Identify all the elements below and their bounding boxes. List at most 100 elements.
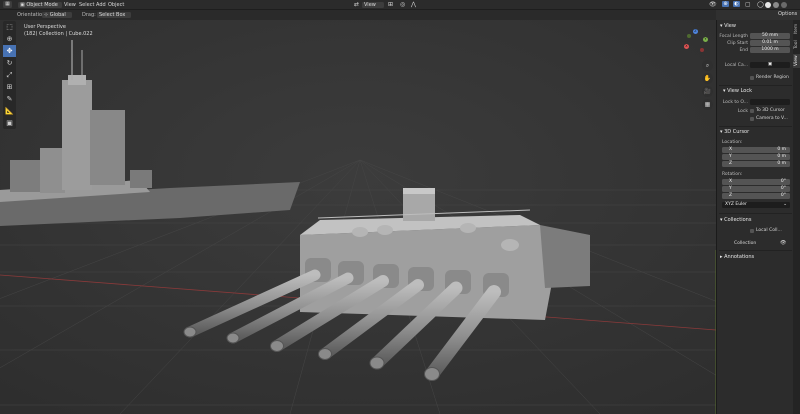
gizmo-x-axis[interactable]: X [684, 44, 689, 49]
lock-to-object-label: Lock to O... [722, 100, 748, 105]
shading-solid-icon[interactable] [765, 1, 771, 8]
scale-tool-icon[interactable]: ⤢ [3, 69, 16, 81]
clip-start-field[interactable]: 0.01 m [750, 40, 790, 46]
navigation-gizmo[interactable]: Z Y X [682, 28, 710, 56]
orientation-dropdown[interactable]: ⊹ Global [42, 12, 72, 18]
location-x-value: 0 m [777, 147, 786, 152]
local-camera-label: Local Ca... [724, 63, 748, 68]
gizmo-neg-x[interactable] [700, 48, 704, 52]
proportional-edit-icon[interactable]: ◎ [400, 1, 405, 8]
rotation-x-value: 0° [780, 179, 786, 184]
drag-label: Drag: [82, 12, 96, 18]
gizmo-x-label: X [685, 44, 688, 48]
lock-to-3d-cursor-label: To 3D Cursor [756, 108, 785, 113]
local-collections-checkbox[interactable] [750, 229, 754, 233]
move-tool-icon[interactable]: ✥ [3, 45, 16, 57]
rotation-x-label: X [729, 179, 733, 184]
transform-tool-icon[interactable]: ⊞ [3, 81, 16, 93]
camera-icon: ▣ [767, 62, 773, 67]
rotation-z-field[interactable]: Z 0° [722, 193, 790, 199]
clip-end-field[interactable]: 1000 m [750, 47, 790, 53]
focal-length-field[interactable]: 50 mm [750, 33, 790, 39]
menu-select[interactable]: Select [79, 2, 94, 8]
rotation-x-field[interactable]: X 0° [722, 179, 790, 185]
camera-view-icon[interactable]: 🎥 [702, 86, 713, 97]
left-toolbar: ⬚ ⊕ ✥ ↻ ⤢ ⊞ ✎ 📐 ▣ [3, 21, 16, 129]
measure-tool-icon[interactable]: 📐 [3, 105, 16, 117]
xray-icon[interactable]: ▢ [745, 1, 751, 8]
viewport-subtitle: (182) Collection | Cube.022 [24, 31, 93, 37]
annotate-tool-icon[interactable]: ✎ [3, 93, 16, 105]
pan-hand-icon[interactable]: ✋ [702, 73, 713, 84]
camera-to-view-label: Camera to V... [756, 116, 788, 121]
location-label: Location: [722, 140, 743, 145]
lock-label: Lock [737, 109, 748, 114]
location-y-field[interactable]: Y 0 m [722, 154, 790, 160]
falloff-icon[interactable]: ⋀ [411, 1, 416, 8]
transform-pivot-icon[interactable]: ⇄ [354, 1, 359, 8]
location-z-field[interactable]: Z 0 m [722, 161, 790, 167]
rotation-mode-dropdown[interactable]: XYZ Euler ⌄ [722, 202, 790, 208]
rotation-y-label: Y [729, 186, 732, 191]
viewport-scene [0, 20, 716, 414]
gizmo-neg-y[interactable] [687, 34, 691, 38]
mode-label: Object Mode [26, 1, 58, 8]
drag-value: Select Box [99, 12, 126, 18]
tab-tool[interactable]: Tool [793, 38, 800, 52]
drag-dropdown[interactable]: Select Box [97, 12, 131, 18]
add-cube-tool-icon[interactable]: ▣ [3, 117, 16, 129]
view-dropdown[interactable]: View [362, 1, 384, 8]
visibility-icon[interactable]: 👁 [709, 1, 717, 8]
location-y-value: 0 m [777, 154, 786, 159]
menu-view[interactable]: View [64, 2, 76, 8]
view-section-header[interactable]: ▾ View [720, 23, 736, 29]
camera-to-view-checkbox[interactable] [750, 117, 754, 121]
shading-material-icon[interactable] [773, 1, 779, 8]
rotation-y-value: 0° [780, 186, 786, 191]
lock-to-3d-cursor-checkbox[interactable] [750, 109, 754, 113]
view-section-title: View [724, 23, 736, 29]
zoom-icon[interactable]: ⌕ [702, 60, 713, 71]
collection-visibility-icon[interactable]: 👁 [780, 240, 786, 246]
local-collections-label: Local Coll... [756, 228, 782, 233]
cursor-tool-icon[interactable]: ⊕ [3, 33, 16, 45]
collection-label: Collection [734, 241, 757, 246]
overlays-icon[interactable]: ◐ [733, 1, 740, 7]
tab-view[interactable]: View [793, 54, 800, 68]
render-region-label: Render Region [756, 75, 789, 80]
menu-object[interactable]: Object [108, 2, 124, 8]
chevron-down-icon: ⌄ [783, 202, 787, 207]
snap-icon[interactable]: ⊞ [388, 1, 393, 8]
3d-cursor-section-header[interactable]: ▾ 3D Cursor [720, 129, 749, 135]
gizmo-y-axis[interactable]: Y [703, 37, 708, 42]
collections-section-header[interactable]: ▾ Collections [720, 217, 751, 223]
menu-add[interactable]: Add [96, 2, 106, 8]
lock-to-object-field[interactable] [750, 99, 790, 105]
3d-viewport[interactable]: User Perspective (182) Collection | Cube… [0, 20, 716, 414]
3d-cursor-section-title: 3D Cursor [724, 129, 750, 135]
shading-wireframe-icon[interactable]: ◯ [757, 1, 764, 8]
location-x-field[interactable]: X 0 m [722, 147, 790, 153]
gizmo-z-label: Z [694, 29, 697, 33]
rotation-label: Rotation: [722, 172, 743, 177]
gizmo-z-axis[interactable]: Z [693, 29, 698, 34]
mode-dropdown[interactable]: ▣ Object Mode [18, 1, 62, 8]
select-tool-icon[interactable]: ⬚ [3, 21, 16, 33]
location-z-label: Z [729, 161, 733, 166]
rotate-tool-icon[interactable]: ↻ [3, 57, 16, 69]
editor-type-icon[interactable]: ▦ [3, 1, 12, 8]
tool-settings-bar: Orientation: ⊹ Global Drag: Select Box O… [0, 10, 797, 20]
perspective-toggle-icon[interactable]: ▦ [702, 99, 713, 110]
gizmo-toggle-icon[interactable]: ⊕ [722, 1, 729, 7]
focal-length-label: Focal Length [719, 34, 748, 39]
options-button[interactable]: Options [778, 11, 797, 17]
render-region-checkbox[interactable] [750, 76, 754, 80]
local-camera-field[interactable]: ▣ [750, 62, 790, 68]
location-z-value: 0 m [777, 161, 786, 166]
view-lock-section-header[interactable]: ▾ View Lock [723, 88, 752, 94]
tab-item[interactable]: Item [793, 22, 800, 36]
annotations-section-header[interactable]: ▸ Annotations [720, 254, 754, 260]
shading-rendered-icon[interactable] [781, 1, 787, 8]
location-y-label: Y [729, 154, 732, 159]
rotation-y-field[interactable]: Y 0° [722, 186, 790, 192]
